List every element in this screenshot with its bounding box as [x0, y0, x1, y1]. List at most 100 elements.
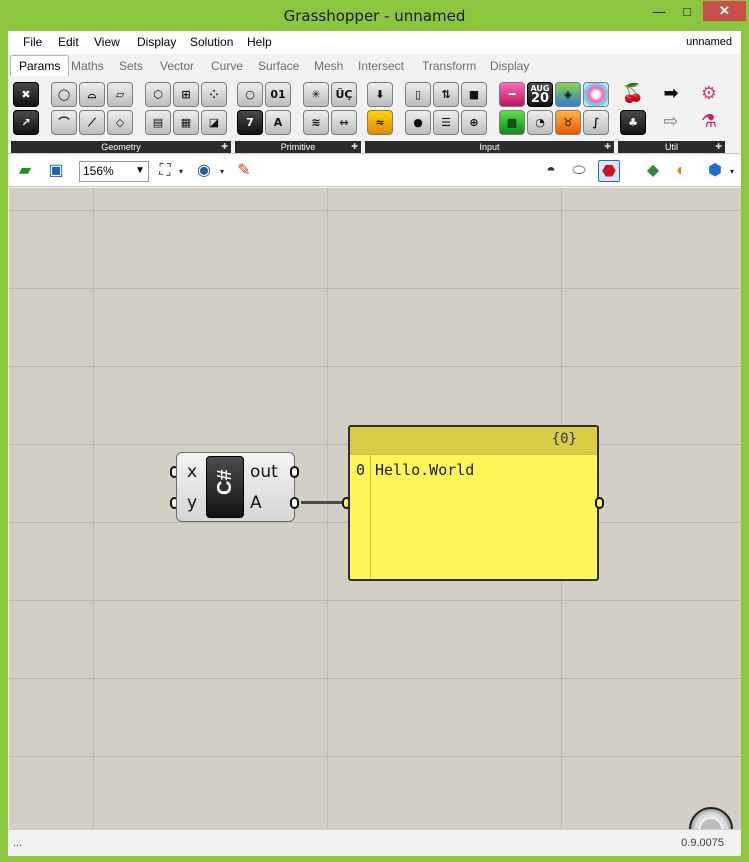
surface-icon[interactable]: ▤ — [145, 110, 171, 135]
tree-icon[interactable]: ♣ — [620, 110, 646, 135]
fit-icon[interactable]: ⚙ — [696, 82, 722, 107]
culture-icon[interactable]: ÜÇ — [331, 82, 357, 107]
menu-solution[interactable]: Solution — [190, 35, 233, 49]
domain-icon[interactable]: ≋ — [303, 110, 329, 135]
preview-wireframe-icon[interactable]: ⬭ — [568, 160, 590, 182]
arc-icon[interactable]: ⌓ — [79, 82, 105, 107]
number-icon[interactable]: 7 — [237, 110, 263, 135]
button-icon[interactable]: ▯ — [405, 82, 431, 107]
tab-surface[interactable]: Surface — [258, 59, 299, 73]
maximize-button[interactable]: □ — [678, 4, 696, 22]
tab-mesh[interactable]: Mesh — [314, 59, 343, 73]
rectangle-icon[interactable]: ◇ — [107, 110, 133, 135]
colour-wheel-icon[interactable] — [583, 82, 609, 107]
text-panel[interactable]: {0} 0 Hello.World — [348, 425, 599, 581]
boolean-icon[interactable]: ○ — [237, 82, 263, 107]
line-icon[interactable]: ⟋ — [79, 110, 105, 135]
tab-sets[interactable]: Sets — [119, 59, 143, 73]
sketch-pen-icon[interactable]: ✎ — [233, 160, 255, 182]
output-grip-a[interactable] — [290, 497, 299, 509]
data-output-icon[interactable]: ➡ — [658, 82, 684, 107]
preview-mesh-caret-icon[interactable]: ▾ — [730, 167, 734, 176]
panel-expand-icon: ✚ — [604, 142, 611, 151]
zoom-extents-icon[interactable]: ⛶ — [154, 160, 176, 182]
panel-label-util[interactable]: Util ✚ — [618, 141, 725, 153]
document-preview-icon[interactable]: ◐ — [670, 160, 692, 182]
menu-file[interactable]: File — [23, 35, 42, 49]
circle-icon[interactable]: ◯ — [51, 82, 77, 107]
input-y-label: y — [187, 493, 198, 513]
bezier-icon[interactable]: ≈ — [367, 110, 393, 135]
grasshopper-window: Grasshopper - unnamed — □ ✕ File Edit Vi… — [0, 0, 749, 862]
preview-off-icon[interactable]: ◓ — [540, 160, 562, 182]
close-button[interactable]: ✕ — [703, 1, 746, 21]
curve-icon[interactable]: ⌒ — [51, 110, 77, 135]
preview-shaded-icon[interactable]: ⬣ — [598, 160, 620, 182]
menu-help[interactable]: Help — [247, 35, 272, 49]
tab-display[interactable]: Display — [490, 59, 529, 73]
title-bar[interactable]: Grasshopper - unnamed — □ ✕ — [0, 0, 749, 32]
preview-mesh-icon[interactable]: ⬢ — [704, 160, 726, 182]
navigation-ball-icon[interactable] — [689, 807, 733, 829]
version-label: 0.9.0075 — [681, 837, 724, 849]
integer-icon[interactable]: 01 — [265, 82, 291, 107]
flask-icon[interactable]: ⚗ — [696, 110, 722, 135]
graph-icon[interactable]: ∫ — [583, 110, 609, 135]
calendar-icon[interactable]: AUG 20 — [527, 82, 553, 107]
panel-expand-icon: ✚ — [351, 142, 358, 151]
output-grip-out[interactable] — [290, 466, 299, 478]
menu-edit[interactable]: Edit — [58, 35, 79, 49]
clock-icon[interactable]: ◔ — [527, 110, 553, 135]
mesh-icon[interactable]: ⊞ — [173, 82, 199, 107]
colour-icon[interactable]: ✳ — [303, 82, 329, 107]
grid-line — [9, 366, 741, 367]
tab-params[interactable]: Params — [10, 55, 70, 77]
zoom-extents-caret-icon[interactable]: ▾ — [179, 167, 183, 176]
panel-label-input[interactable]: Input ✚ — [365, 141, 614, 153]
fingerprint-icon[interactable]: ♉ — [555, 110, 581, 135]
tab-curve[interactable]: Curve — [211, 59, 243, 73]
menu-view[interactable]: View — [94, 35, 120, 49]
csharp-script-component[interactable]: x y C# out A — [176, 452, 295, 522]
toggle-icon[interactable]: ⇅ — [433, 82, 459, 107]
grid-line — [9, 678, 741, 679]
field-icon[interactable]: ⁘ — [201, 82, 227, 107]
panel-util: 🍒 ➡ ⚙ ♣ ⇨ ⚗ Util ✚ — [618, 80, 725, 154]
box-icon[interactable]: ▱ — [107, 82, 133, 107]
tab-transform[interactable]: Transform — [422, 59, 476, 73]
cherry-picker-icon[interactable]: 🍒 — [620, 82, 646, 107]
grasshopper-canvas[interactable]: x y C# out A {0} 0 Hello.World — [9, 188, 741, 829]
point-icon[interactable]: ↗ — [13, 110, 39, 135]
document-name: unnamed — [686, 36, 732, 48]
interval-icon[interactable]: ↔ — [331, 110, 357, 135]
gradient-icon[interactable]: ■ — [461, 82, 487, 107]
panel-label-primitive[interactable]: Primitive ✚ — [235, 141, 361, 153]
tab-maths[interactable]: Maths — [71, 59, 104, 73]
graph-mapper-icon[interactable]: ◈ — [555, 82, 581, 107]
save-icon[interactable]: ▣ — [45, 160, 67, 182]
minimize-button[interactable]: — — [650, 4, 668, 22]
import-icon[interactable]: ⬇ — [367, 82, 393, 107]
tab-intersect[interactable]: Intersect — [358, 59, 404, 73]
mesh-face-icon[interactable]: ◪ — [201, 110, 227, 135]
data-input-icon[interactable]: ⇨ — [658, 110, 684, 135]
eye-caret-icon[interactable]: ▾ — [220, 167, 224, 176]
text-icon[interactable]: A — [265, 110, 291, 135]
wire-a-to-panel[interactable] — [301, 501, 346, 504]
panel-label-geometry[interactable]: Geometry ✚ — [11, 141, 231, 153]
open-file-icon[interactable]: ▰ — [14, 160, 36, 182]
menu-display[interactable]: Display — [137, 35, 176, 49]
matrix-icon[interactable]: ▩ — [499, 110, 525, 135]
md-slider-icon[interactable]: ⊕ — [461, 110, 487, 135]
brep-icon[interactable]: ⬡ — [145, 82, 171, 107]
geometry-icon[interactable]: ✖ — [13, 82, 39, 107]
tab-vector[interactable]: Vector — [160, 59, 194, 73]
value-list-icon[interactable]: ☰ — [433, 110, 459, 135]
zoom-combobox[interactable]: 156% ▼ — [79, 161, 149, 182]
twisted-box-icon[interactable]: ▦ — [173, 110, 199, 135]
digit-scroller-icon[interactable]: ● — [405, 110, 431, 135]
slider-icon[interactable]: ━ — [499, 82, 525, 107]
panel-output-grip[interactable] — [595, 497, 604, 509]
preview-selected-icon[interactable]: ◆ — [642, 160, 664, 182]
eye-icon[interactable]: ◉ — [193, 160, 215, 182]
